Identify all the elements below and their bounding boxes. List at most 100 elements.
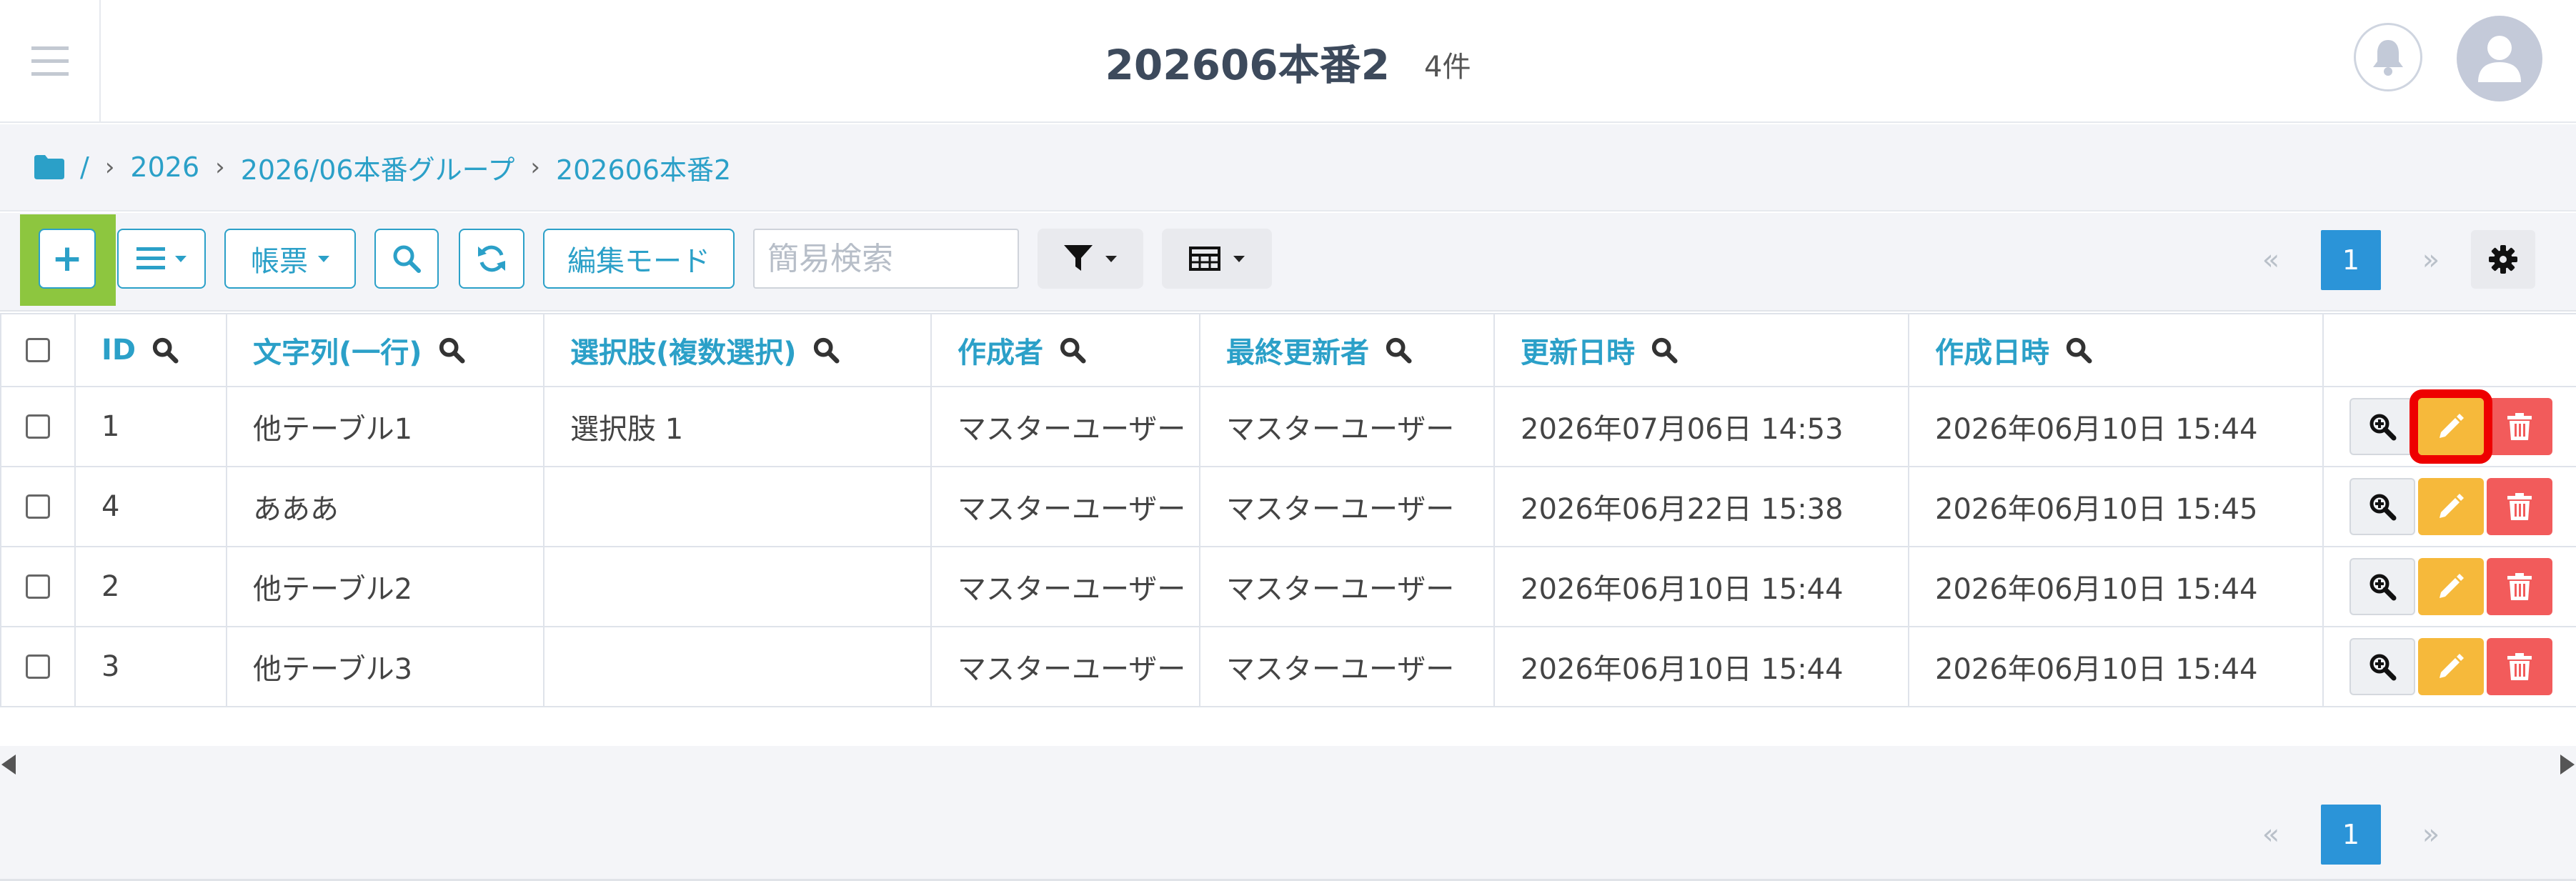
breadcrumb-item-current[interactable]: 202606本番2 (556, 148, 731, 187)
filter-button[interactable] (1038, 229, 1143, 289)
edit-button[interactable] (2418, 478, 2484, 535)
breadcrumb-item-year[interactable]: 2026 (130, 151, 199, 183)
settings-button[interactable] (2471, 230, 2535, 289)
list-icon (136, 247, 165, 269)
delete-button[interactable] (2487, 558, 2552, 615)
cell-creator[interactable]: マスターユーザー (930, 546, 1200, 627)
view-button[interactable] (2349, 478, 2415, 535)
refresh-button[interactable] (459, 229, 524, 289)
edit-button[interactable] (2410, 389, 2492, 464)
breadcrumb-item-group[interactable]: 2026/06本番グループ (241, 148, 515, 187)
search-icon[interactable] (1059, 337, 1086, 364)
column-header-updated[interactable]: 更新日時 (1493, 313, 1909, 387)
edit-button[interactable] (2418, 638, 2484, 695)
cell-text: 他テーブル2 (226, 546, 544, 627)
cell-creator[interactable]: マスターユーザー (930, 466, 1200, 547)
folder-icon[interactable] (34, 155, 64, 179)
report-dropdown[interactable]: 帳票 (224, 229, 356, 289)
edit-mode-button[interactable]: 編集モード (543, 229, 735, 289)
cell-updated: 2026年07月06日 14:53 (1493, 386, 1909, 467)
view-button[interactable] (2349, 638, 2415, 695)
cell-choice: 選択肢 1 (543, 386, 932, 467)
zoom-icon (2369, 574, 2397, 601)
row-checkbox[interactable] (26, 654, 50, 679)
pencil-icon (2440, 414, 2464, 438)
search-icon[interactable] (2065, 337, 2092, 364)
view-button[interactable] (2349, 558, 2415, 615)
cell-created: 2026年06月10日 15:44 (1908, 546, 2324, 627)
column-header-updater[interactable]: 最終更新者 (1199, 313, 1495, 387)
search-icon[interactable] (812, 337, 840, 364)
search-icon[interactable] (438, 337, 465, 364)
table-row: 1 他テーブル1 選択肢 1 マスターユーザー マスターユーザー 2026年07… (0, 386, 2576, 467)
cell-updated: 2026年06月22日 15:38 (1493, 466, 1909, 547)
filter-icon (1064, 245, 1093, 271)
column-header-choice[interactable]: 選択肢(複数選択) (543, 313, 932, 387)
caret-down-icon (175, 255, 187, 262)
gear-icon (2489, 245, 2517, 274)
row-checkbox[interactable] (26, 574, 50, 599)
column-header-created[interactable]: 作成日時 (1908, 313, 2324, 387)
cell-updater[interactable]: マスターユーザー (1199, 546, 1495, 627)
zoom-icon (2369, 414, 2397, 441)
trash-icon (2507, 493, 2532, 520)
select-all-checkbox[interactable] (26, 338, 50, 362)
column-label: 作成者 (958, 337, 1043, 369)
pager-next-button[interactable]: » (2401, 805, 2461, 865)
row-select-cell (0, 546, 76, 627)
search-icon[interactable] (1651, 337, 1678, 364)
table-view-button[interactable] (1162, 229, 1272, 289)
delete-button[interactable] (2487, 638, 2552, 695)
pager-page-1[interactable]: 1 (2321, 230, 2381, 290)
row-checkbox[interactable] (26, 494, 50, 519)
cell-text: あああ (226, 466, 544, 547)
cell-created: 2026年06月10日 15:44 (1908, 386, 2324, 467)
zoom-icon (2369, 654, 2397, 681)
refresh-icon (478, 245, 505, 272)
column-header-creator[interactable]: 作成者 (930, 313, 1200, 387)
column-label: 作成日時 (1935, 337, 2049, 369)
cell-updater[interactable]: マスターユーザー (1199, 386, 1495, 467)
column-header-id[interactable]: ID (74, 313, 227, 387)
table-row: 3 他テーブル3 マスターユーザー マスターユーザー 2026年06月10日 1… (0, 626, 2576, 707)
user-avatar[interactable] (2457, 16, 2542, 101)
column-header-text[interactable]: 文字列(一行) (226, 313, 544, 387)
view-button[interactable] (2349, 398, 2415, 455)
edit-button[interactable] (2418, 558, 2484, 615)
row-checkbox[interactable] (26, 414, 50, 439)
scroll-right-arrow-icon[interactable] (2560, 755, 2575, 775)
list-menu-button[interactable] (117, 229, 206, 289)
quick-search-input[interactable] (753, 229, 1019, 289)
table-row: 2 他テーブル2 マスターユーザー マスターユーザー 2026年06月10日 1… (0, 546, 2576, 627)
scroll-left-arrow-icon[interactable] (1, 755, 16, 775)
notifications-button[interactable] (2354, 23, 2422, 91)
cell-creator[interactable]: マスターユーザー (930, 626, 1200, 707)
cell-updated: 2026年06月10日 15:44 (1493, 626, 1909, 707)
pager-page-1[interactable]: 1 (2321, 805, 2381, 865)
row-actions (2322, 546, 2576, 627)
search-icon[interactable] (151, 337, 179, 364)
cell-creator[interactable]: マスターユーザー (930, 386, 1200, 467)
cell-choice (543, 626, 932, 707)
search-button[interactable] (374, 229, 439, 289)
horizontal-scrollbar[interactable] (0, 746, 2576, 783)
bottom-bar (0, 783, 2576, 881)
pager-prev-button[interactable]: « (2241, 805, 2301, 865)
pager-next-button[interactable]: » (2401, 230, 2461, 290)
delete-button[interactable] (2487, 478, 2552, 535)
add-record-button[interactable]: + (39, 229, 96, 289)
cell-updater[interactable]: マスターユーザー (1199, 626, 1495, 707)
plus-icon: + (51, 237, 83, 280)
cell-id: 3 (74, 626, 227, 707)
cell-created: 2026年06月10日 15:44 (1908, 626, 2324, 707)
zoom-icon (2369, 494, 2397, 521)
menu-button[interactable] (0, 0, 101, 123)
cell-created: 2026年06月10日 15:45 (1908, 466, 2324, 547)
breadcrumb-root[interactable]: / (80, 151, 89, 183)
select-all-cell (0, 313, 76, 387)
delete-button[interactable] (2487, 398, 2552, 455)
pager-prev-button[interactable]: « (2241, 230, 2301, 290)
search-icon[interactable] (1385, 337, 1412, 364)
table-icon (1189, 247, 1220, 271)
cell-updater[interactable]: マスターユーザー (1199, 466, 1495, 547)
